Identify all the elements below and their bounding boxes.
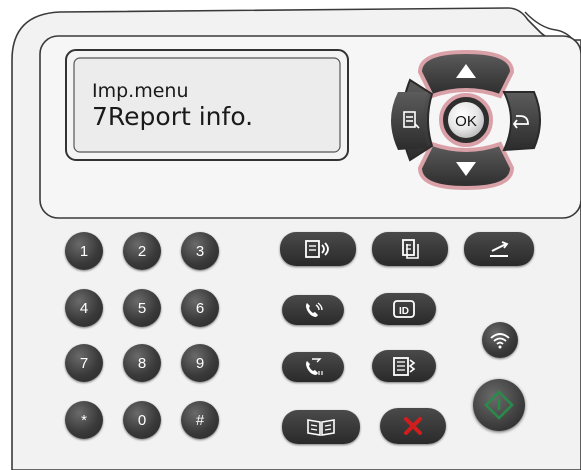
svg-text:ID: ID [399, 306, 409, 317]
keypad-key-2[interactable]: 2 [123, 232, 161, 270]
control-panel: Imp.menu 7Report info. OK 1 2 3 4 5 6 7 … [0, 0, 581, 470]
cancel-button[interactable] [380, 408, 446, 444]
keypad-key-9[interactable]: 9 [181, 344, 219, 382]
book-copy-icon [307, 419, 335, 436]
redial-icon [306, 358, 323, 375]
keypad-key-star[interactable]: * [65, 401, 103, 439]
lcd-line-1: Imp.menu [92, 80, 189, 102]
scan-icon [490, 241, 509, 257]
fax-call-button[interactable] [282, 295, 344, 325]
redial-button[interactable] [282, 352, 344, 382]
copy-mode-button[interactable] [280, 232, 356, 266]
id-copy-button[interactable]: ID [372, 293, 436, 325]
keypad-key-7[interactable]: 7 [65, 344, 103, 382]
keypad-key-6[interactable]: 6 [181, 289, 219, 327]
keypad-key-1[interactable]: 1 [65, 232, 103, 270]
keypad-key-hash[interactable]: # [181, 401, 219, 439]
id-copy-icon: ID [393, 300, 415, 318]
up-button[interactable] [417, 49, 515, 99]
copy-icon [402, 239, 419, 259]
lcd-line-2: 7Report info. [92, 102, 254, 131]
copy-mode-icon [305, 240, 329, 258]
fax-call-icon [306, 302, 323, 317]
keypad-key-3[interactable]: 3 [181, 232, 219, 270]
down-button[interactable] [417, 141, 515, 191]
start-button[interactable] [473, 379, 525, 431]
start-icon [484, 390, 514, 420]
ok-button[interactable] [448, 102, 484, 138]
book-copy-button[interactable] [282, 410, 360, 444]
speed-dial-icon [393, 357, 416, 376]
copy-button[interactable] [372, 232, 448, 266]
keypad-key-5[interactable]: 5 [123, 289, 161, 327]
cancel-icon [404, 417, 422, 435]
keypad-key-8[interactable]: 8 [123, 344, 161, 382]
wifi-icon [490, 333, 510, 349]
speed-dial-button[interactable] [372, 350, 436, 382]
wifi-button[interactable] [482, 322, 518, 358]
keypad-key-4[interactable]: 4 [65, 289, 103, 327]
scan-button[interactable] [464, 232, 534, 266]
keypad-key-0[interactable]: 0 [123, 401, 161, 439]
